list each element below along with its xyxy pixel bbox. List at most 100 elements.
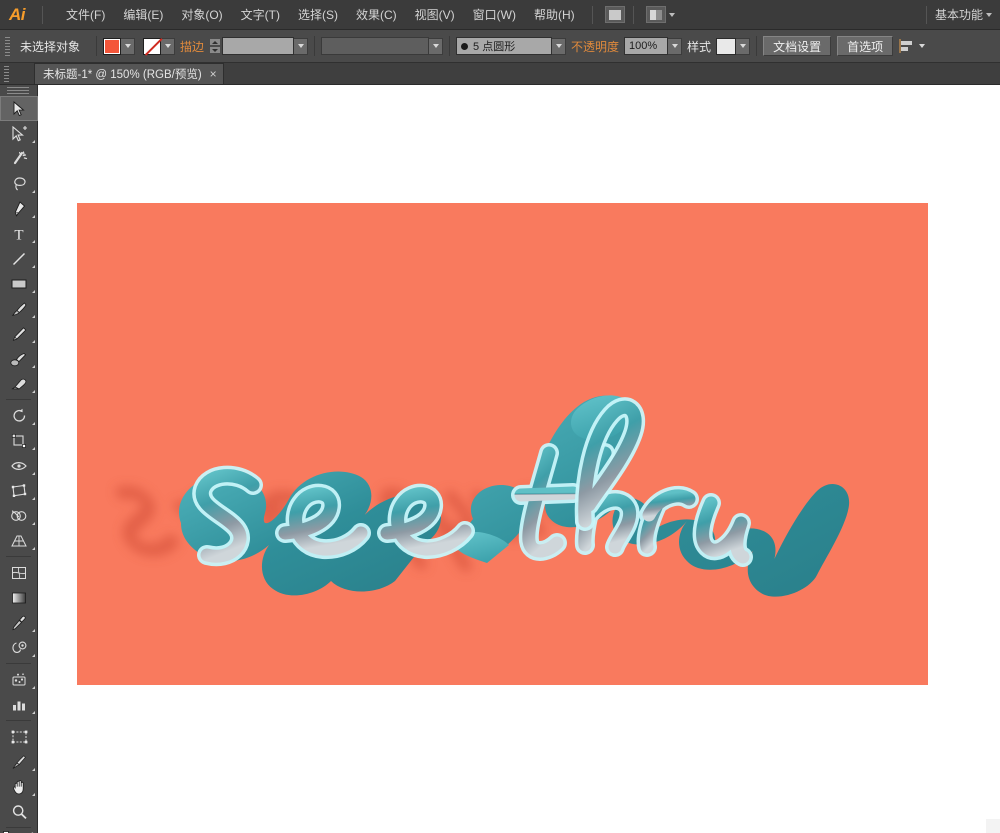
align-objects-icon[interactable] (899, 38, 919, 54)
artboard-tool[interactable] (0, 724, 38, 749)
stroke-weight-dropdown[interactable] (294, 37, 309, 55)
workspace-switcher[interactable]: 基本功能 (918, 5, 1000, 24)
menu-object[interactable]: 对象(O) (172, 0, 231, 30)
document-tab[interactable]: 未标题-1* @ 150% (RGB/预览) × (34, 63, 224, 84)
magic-wand-tool[interactable] (0, 146, 38, 171)
bridge-icon[interactable] (604, 6, 625, 23)
menu-file[interactable]: 文件(F) (57, 0, 114, 30)
align-chevron-down-icon[interactable] (919, 44, 926, 48)
tool-expand-icon (32, 768, 35, 771)
graphic-style-dropdown[interactable] (736, 37, 751, 55)
tool-expand-icon (32, 447, 35, 450)
stroke-weight-label[interactable]: 描边 (175, 38, 209, 55)
menu-window[interactable]: 窗口(W) (464, 0, 525, 30)
brush-definition-value: 5 点圆形 (473, 41, 516, 53)
opacity-dropdown[interactable] (668, 37, 683, 55)
rotate-tool[interactable] (0, 403, 38, 428)
menu-type[interactable]: 文字(T) (232, 0, 289, 30)
paintbrush-tool[interactable] (0, 296, 38, 321)
artboard[interactable] (77, 203, 928, 685)
stroke-weight-stepper[interactable] (209, 38, 222, 54)
menu-help[interactable]: 帮助(H) (525, 0, 584, 30)
type-tool[interactable]: T (0, 221, 38, 246)
chevron-down-icon (432, 44, 439, 48)
cb-divider-4 (756, 36, 758, 56)
workspace-chevron-down-icon[interactable] (986, 12, 992, 17)
opacity-label[interactable]: 不透明度 (566, 38, 624, 55)
blob-brush-tool[interactable] (0, 346, 38, 371)
eraser-tool[interactable] (0, 371, 38, 396)
tools-divider-2 (6, 556, 31, 557)
stroke-weight-input[interactable] (222, 37, 295, 55)
graphic-style-swatch[interactable] (716, 37, 737, 55)
rectangle-tool[interactable] (0, 271, 38, 296)
column-graph-tool[interactable] (0, 692, 38, 717)
free-transform-tool[interactable] (0, 478, 38, 503)
hand-tool[interactable] (0, 774, 38, 799)
fill-dropdown-button[interactable] (121, 37, 136, 55)
fill-control[interactable] (103, 37, 136, 55)
preferences-button[interactable]: 首选项 (837, 36, 894, 56)
tab-bar-grip[interactable] (2, 62, 12, 84)
brush-definition-dropdown[interactable] (552, 37, 567, 55)
arrange-documents-icon[interactable] (645, 6, 666, 23)
tools-divider-4 (6, 720, 31, 721)
line-segment-tool[interactable] (0, 246, 38, 271)
canvas-area[interactable] (38, 85, 1000, 833)
shape-builder-tool[interactable] (0, 503, 38, 528)
close-icon[interactable]: × (210, 68, 217, 80)
blend-tool[interactable] (0, 635, 38, 660)
cb-divider-3 (449, 36, 451, 56)
document-setup-button[interactable]: 文档设置 (763, 36, 832, 56)
pen-tool[interactable] (0, 196, 38, 221)
graphic-style-combo[interactable] (716, 37, 751, 55)
gradient-tool[interactable] (0, 585, 38, 610)
control-bar-grip[interactable] (4, 35, 12, 57)
menu-view[interactable]: 视图(V) (406, 0, 464, 30)
width-tool[interactable] (0, 453, 38, 478)
zoom-tool[interactable] (0, 799, 38, 824)
chevron-down-icon[interactable] (668, 12, 675, 17)
menu-bar: Ai 文件(F) 编辑(E) 对象(O) 文字(T) 选择(S) 效果(C) 视… (0, 0, 1000, 30)
stroke-dropdown-button[interactable] (161, 37, 176, 55)
tool-expand-icon (32, 140, 35, 143)
chevron-down-icon (164, 44, 171, 48)
align-control[interactable] (899, 38, 926, 54)
menu-effect[interactable]: 效果(C) (347, 0, 406, 30)
stroke-swatch[interactable] (143, 37, 162, 55)
stepper-down-icon[interactable] (209, 46, 222, 54)
pencil-tool[interactable] (0, 321, 38, 346)
direct-selection-tool[interactable] (0, 121, 38, 146)
fill-swatch[interactable] (103, 37, 122, 55)
selection-tool[interactable] (0, 96, 38, 121)
opacity-input[interactable]: 100% (624, 37, 669, 55)
lasso-tool[interactable] (0, 171, 38, 196)
stroke-weight-combo[interactable] (222, 37, 309, 55)
scale-tool[interactable] (0, 428, 38, 453)
bridge-glyph (608, 9, 621, 20)
stroke-control[interactable] (143, 37, 176, 55)
tools-panel-grip[interactable] (0, 85, 37, 96)
slice-tool[interactable] (0, 749, 38, 774)
mesh-tool[interactable] (0, 560, 38, 585)
menu-divider (42, 5, 43, 24)
brush-definition-input[interactable]: 5 点圆形 (456, 37, 553, 55)
tool-expand-icon (32, 497, 35, 500)
variable-width-profile-input[interactable] (321, 37, 430, 55)
tool-expand-icon (32, 629, 35, 632)
perspective-grid-tool[interactable] (0, 528, 38, 553)
variable-width-profile-combo[interactable] (321, 37, 444, 55)
menu-edit[interactable]: 编辑(E) (114, 0, 172, 30)
brush-definition-combo[interactable]: 5 点圆形 (456, 37, 567, 55)
menu-select[interactable]: 选择(S) (289, 0, 347, 30)
tool-expand-icon (32, 686, 35, 689)
opacity-combo[interactable]: 100% (624, 37, 683, 55)
chevron-down-icon (739, 44, 746, 48)
chevron-down-icon (555, 44, 562, 48)
variable-width-dropdown[interactable] (429, 37, 444, 55)
eyedropper-tool[interactable] (0, 610, 38, 635)
stepper-up-icon[interactable] (209, 38, 222, 46)
symbol-sprayer-tool[interactable] (0, 667, 38, 692)
tool-expand-icon (32, 547, 35, 550)
tool-expand-icon (32, 365, 35, 368)
